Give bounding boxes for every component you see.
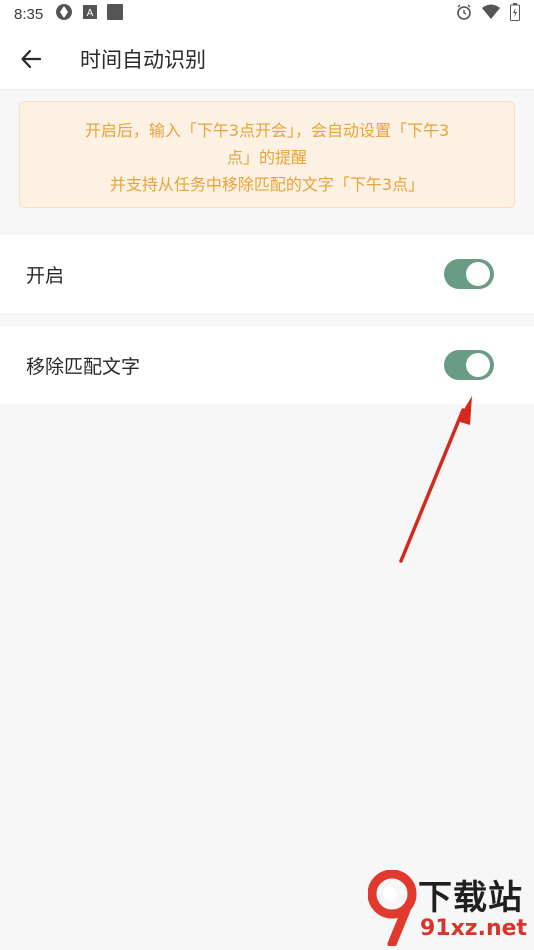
nine-one-logo-icon — [368, 870, 417, 946]
back-button[interactable] — [0, 28, 62, 90]
toggle-knob — [466, 262, 490, 286]
watermark-logo: 下载站 91xz.net — [368, 870, 528, 946]
notice-line-1: 开启后，输入「下午3点开会」，会自动设置「下午3 — [84, 121, 450, 140]
watermark-text-en: 91xz.net — [420, 916, 528, 941]
battery-icon — [510, 3, 520, 25]
a-box-icon: A — [83, 5, 98, 23]
status-time: 8:35 — [14, 5, 44, 23]
remove-match-toggle[interactable] — [444, 350, 494, 380]
square-icon — [107, 4, 124, 24]
info-notice: 开启后，输入「下午3点开会」，会自动设置「下午3 点」的提醒 并支持从任务中移除… — [19, 101, 515, 208]
setting-row-remove-match[interactable]: 移除匹配文字 — [0, 326, 534, 404]
app-bar: 时间自动识别 — [0, 28, 534, 90]
status-bar: 8:35 A — [0, 0, 534, 28]
setting-label-enable: 开启 — [26, 264, 65, 287]
setting-label-remove-match: 移除匹配文字 — [26, 355, 141, 378]
notice-line-2: 点」的提醒 — [226, 148, 307, 167]
svg-text:A: A — [87, 8, 94, 19]
sync-icon — [55, 3, 73, 25]
enable-toggle[interactable] — [444, 259, 494, 289]
watermark-text-cn: 下载站 — [418, 878, 523, 918]
alarm-icon — [456, 4, 472, 24]
page-title: 时间自动识别 — [80, 47, 206, 72]
setting-row-enable[interactable]: 开启 — [0, 235, 534, 313]
wifi-icon — [482, 4, 500, 24]
notice-line-3: 并支持从任务中移除匹配的文字「下午3点」 — [109, 175, 425, 194]
toggle-knob — [466, 353, 490, 377]
back-arrow-icon — [21, 49, 42, 68]
